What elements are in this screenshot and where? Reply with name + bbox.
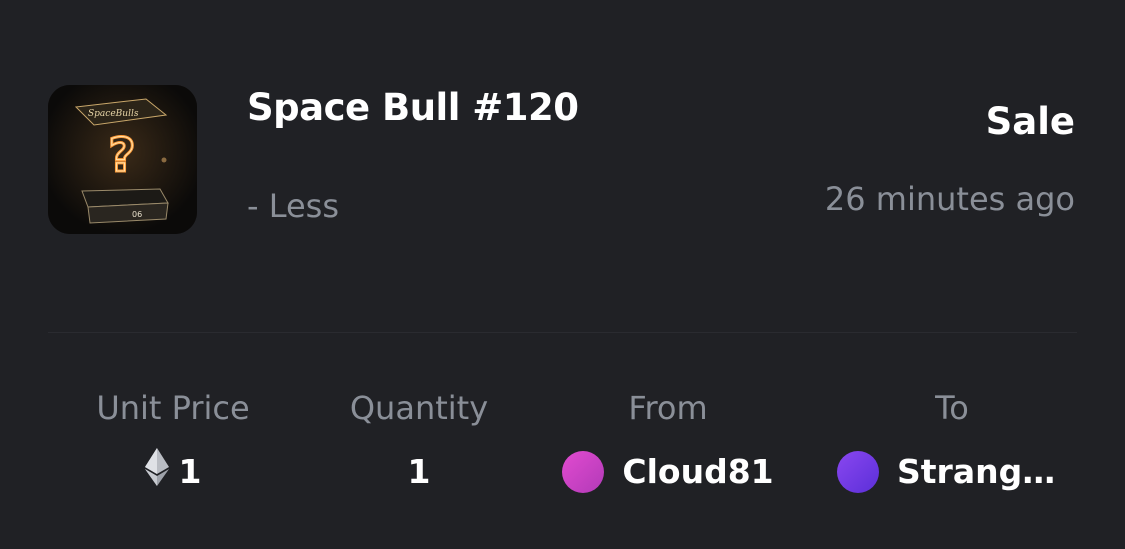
ethereum-icon [144,447,169,497]
from-column: From Cloud81 [543,386,793,494]
unit-price-value: 1 [178,452,202,491]
from-user[interactable]: Cloud81 [543,450,793,494]
svg-text:SpaceBulls: SpaceBulls [88,109,139,119]
svg-text:06: 06 [132,210,142,219]
to-username[interactable]: Strange... [897,450,1067,494]
activity-card: SpaceBulls ? ? 06 Space Bull #120 - Less… [0,0,1125,549]
to-avatar [837,451,879,493]
to-user[interactable]: Strange... [827,450,1077,494]
less-toggle[interactable]: - Less [247,187,339,225]
quantity-column: Quantity 1 [294,386,544,494]
unit-price-value-row: 1 [48,447,298,497]
quantity-label: Quantity [349,389,489,427]
from-label: From [628,389,708,427]
item-title[interactable]: Space Bull #120 [247,86,579,129]
divider [48,332,1077,333]
to-label: To [935,389,969,427]
svg-text:?: ? [109,128,136,182]
event-type: Sale [985,100,1075,143]
to-column: To Strange... [827,386,1077,494]
event-timestamp: 26 minutes ago [824,180,1075,218]
mystery-box-image: SpaceBulls ? ? 06 [48,85,197,234]
nft-thumbnail[interactable]: SpaceBulls ? ? 06 [48,85,197,234]
quantity-value: 1 [407,452,431,491]
unit-price-column: Unit Price 1 [48,386,298,494]
unit-price-label: Unit Price [96,389,250,427]
from-username[interactable]: Cloud81 [622,450,773,494]
from-avatar [562,451,605,493]
quantity-value-row: 1 [294,450,544,494]
